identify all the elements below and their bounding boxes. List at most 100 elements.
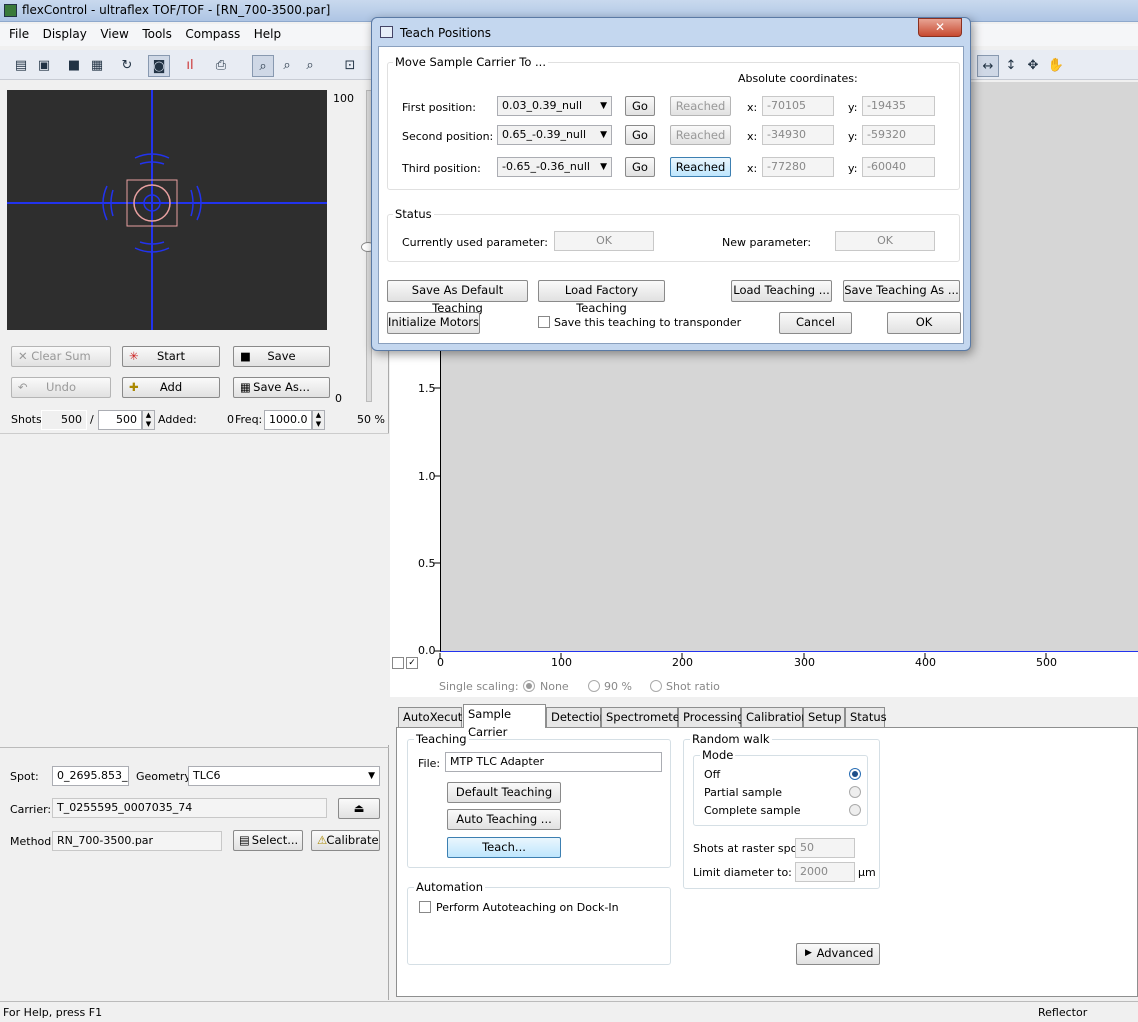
zoom-out-icon[interactable]: ⌕ xyxy=(299,55,321,77)
spectrum-checkbox-2[interactable]: ✓ xyxy=(406,657,418,669)
tab-status[interactable]: Status xyxy=(845,707,887,727)
teach-button[interactable]: Teach... xyxy=(447,837,561,858)
third-go-button[interactable]: Go xyxy=(625,157,655,177)
teaching-file-field[interactable]: MTP TLC Adapter xyxy=(445,752,662,772)
first-go-button[interactable]: Go xyxy=(625,96,655,116)
save-transponder-label: Save this teaching to transponder xyxy=(554,316,742,329)
save-default-teaching-button[interactable]: Save As Default Teaching xyxy=(387,280,528,315)
menu-help[interactable]: Help xyxy=(249,24,286,44)
disk-icon[interactable]: ■ xyxy=(63,55,85,77)
zoom-box-icon[interactable]: ⊡ xyxy=(339,55,361,77)
spectrum-checkbox-1[interactable] xyxy=(392,657,404,669)
random-walk-title: Random walk xyxy=(690,732,772,746)
tab-sample-carrier[interactable]: Sample Carrier xyxy=(463,704,546,739)
freq-spinner[interactable]: ▲ ▼ xyxy=(312,410,325,430)
menu-display[interactable]: Display xyxy=(38,24,92,44)
third-y-label: y: xyxy=(848,162,858,175)
advanced-button[interactable]: ▶ Advanced xyxy=(796,943,880,965)
shots-max-input[interactable]: 500 xyxy=(98,410,142,430)
tab-setup[interactable]: Setup xyxy=(803,707,845,727)
second-y-field: -59320 xyxy=(862,125,935,145)
scaling-90-radio[interactable] xyxy=(588,680,600,692)
x-tick-200: 200 xyxy=(672,656,693,669)
shots-value[interactable]: 500 xyxy=(41,410,87,430)
third-reached-button[interactable]: Reached xyxy=(670,157,731,177)
menu-compass[interactable]: Compass xyxy=(180,24,245,44)
start-button[interactable]: ✳ Start xyxy=(122,346,220,367)
mode-complete-radio[interactable] xyxy=(849,804,861,816)
tab-detection[interactable]: Detection xyxy=(546,707,607,727)
open-icon[interactable]: ▤ xyxy=(10,55,32,77)
tab-calibration[interactable]: Calibration xyxy=(741,707,809,727)
mode-off-radio[interactable] xyxy=(849,768,861,780)
third-x-field: -77280 xyxy=(762,157,834,177)
x-tick-400: 400 xyxy=(915,656,936,669)
new-param-label: New parameter: xyxy=(722,236,812,249)
dialog-cancel-button[interactable]: Cancel xyxy=(779,312,852,334)
tab-spectrometer[interactable]: Spectrometer xyxy=(601,707,685,727)
crosshair-overlay xyxy=(7,90,327,330)
zoom-percent: 50 % xyxy=(357,413,385,426)
chevron-down-icon: ▼ xyxy=(600,162,607,172)
autoteaching-checkbox[interactable] xyxy=(419,901,431,913)
menu-file[interactable]: File xyxy=(4,24,34,44)
add-button[interactable]: ✚ Add xyxy=(122,377,220,398)
menu-tools[interactable]: Tools xyxy=(137,24,177,44)
geometry-select[interactable]: TLC6 ▼ xyxy=(188,766,380,786)
hand-icon[interactable]: ✋ xyxy=(1045,55,1067,77)
second-x-label: x: xyxy=(747,130,758,143)
start-icon: ✳ xyxy=(129,349,139,363)
save-teaching-as-button[interactable]: Save Teaching As ... xyxy=(843,280,960,302)
freq-input[interactable]: 1000.0 xyxy=(264,410,312,430)
status-mode: Reflector xyxy=(1038,1006,1088,1019)
undo-button[interactable]: ↶ Undo xyxy=(11,377,111,398)
app-icon xyxy=(4,4,17,17)
print-icon[interactable]: ⎙ xyxy=(210,55,232,77)
camera-icon[interactable]: ◙ xyxy=(148,55,170,77)
shots-spinner[interactable]: ▲ ▼ xyxy=(142,410,155,430)
current-param-label: Currently used parameter: xyxy=(402,236,548,249)
tab-processing[interactable]: Processing xyxy=(678,707,744,727)
load-factory-teaching-button[interactable]: Load Factory Teaching xyxy=(538,280,665,315)
menu-view[interactable]: View xyxy=(95,24,133,44)
second-go-button[interactable]: Go xyxy=(625,125,655,145)
stretch-v-icon[interactable]: ↕ xyxy=(1000,55,1022,77)
auto-teaching-button[interactable]: Auto Teaching ... xyxy=(447,809,561,830)
second-reached-button[interactable]: Reached xyxy=(670,125,731,145)
first-reached-button[interactable]: Reached xyxy=(670,96,731,116)
scaling-none-radio[interactable] xyxy=(523,680,535,692)
clear-sum-button[interactable]: ✕ Clear Sum xyxy=(11,346,111,367)
save-as-button[interactable]: ▦ Save As... xyxy=(233,377,330,398)
peaks-icon[interactable]: ıl xyxy=(179,55,201,77)
tab-autoxecute[interactable]: AutoXecute xyxy=(398,707,469,727)
move-icon[interactable]: ✥ xyxy=(1022,55,1044,77)
first-position-select[interactable]: 0.03_0.39_null ▼ xyxy=(497,96,612,116)
save-button[interactable]: ■ Save xyxy=(233,346,330,367)
dialog-ok-button[interactable]: OK xyxy=(887,312,961,334)
y-tick-0-5: 0.5 xyxy=(418,557,436,570)
disk-as-icon[interactable]: ▦ xyxy=(86,55,108,77)
undo-icon: ↶ xyxy=(18,380,28,394)
teaching-title: Teaching xyxy=(414,732,469,746)
mode-partial-radio[interactable] xyxy=(849,786,861,798)
second-position-select[interactable]: 0.65_-0.39_null ▼ xyxy=(497,125,612,145)
zoom-in-icon[interactable]: ⌕ xyxy=(276,55,298,77)
scaling-shot-radio[interactable] xyxy=(650,680,662,692)
initialize-motors-button[interactable]: Initialize Motors xyxy=(387,312,480,334)
default-teaching-button[interactable]: Default Teaching xyxy=(447,782,561,803)
calibrate-button[interactable]: ⚠ Calibrate xyxy=(311,830,380,851)
camera-view xyxy=(7,90,327,330)
spot-field[interactable]: 0_2695.853_1 xyxy=(52,766,129,786)
save-spectrum-icon[interactable]: ▣ xyxy=(33,55,55,77)
third-position-select[interactable]: -0.65_-0.36_null ▼ xyxy=(497,157,612,177)
play-icon: ▶ xyxy=(805,948,812,958)
zoom-select-icon[interactable]: ⌕ xyxy=(252,55,274,77)
save-transponder-checkbox[interactable] xyxy=(538,316,550,328)
select-button[interactable]: ▤ Select... xyxy=(233,830,303,851)
autoteaching-label: Perform Autoteaching on Dock-In xyxy=(436,901,619,914)
stretch-h-icon[interactable]: ↔ xyxy=(977,55,999,77)
refresh-icon[interactable]: ↻ xyxy=(116,55,138,77)
dialog-close-button[interactable]: ✕ xyxy=(918,18,962,37)
eject-button[interactable]: ⏏ xyxy=(338,798,380,819)
load-teaching-button[interactable]: Load Teaching ... xyxy=(731,280,832,302)
